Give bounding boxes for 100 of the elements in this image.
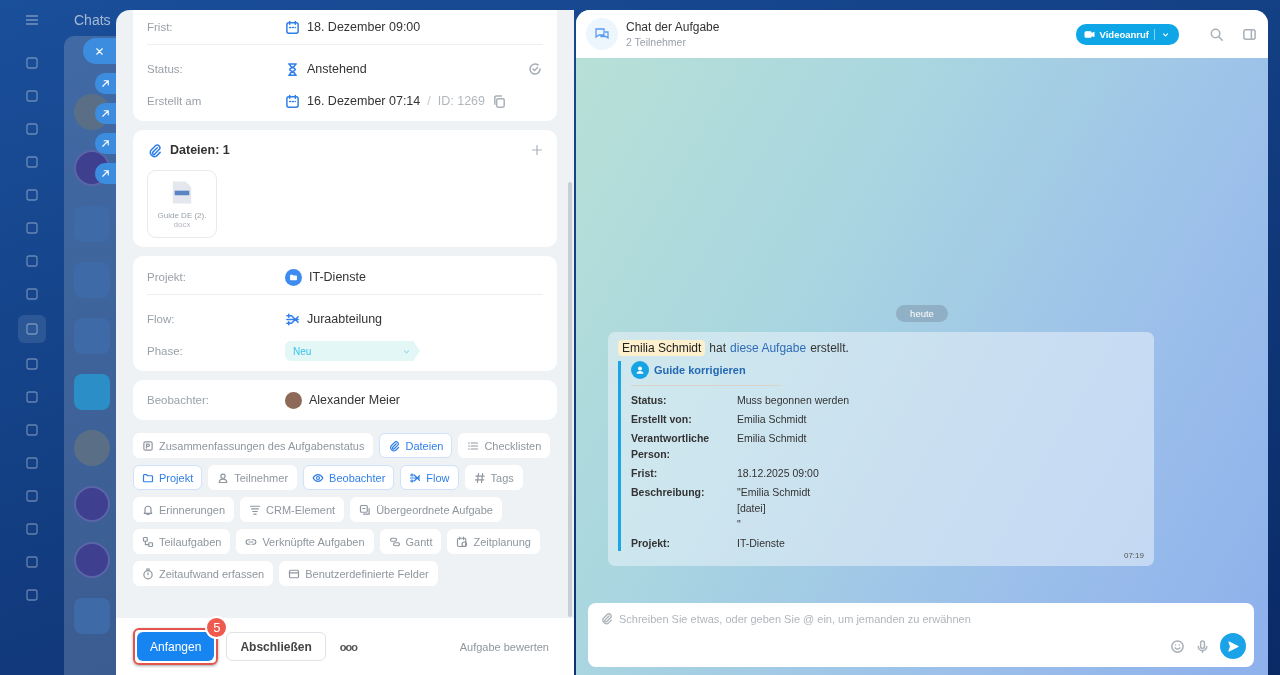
file-tile[interactable]: Guide DE (2). docx (147, 170, 217, 238)
task-title-link[interactable]: Guide korrigieren (654, 364, 746, 376)
file-name: Guide DE (2). (157, 211, 207, 220)
field-value: 16. Dezember 07:14 (307, 94, 421, 108)
detail-value: 18.12.2025 09:00 (737, 466, 820, 481)
sidebar-toggle-button[interactable] (1242, 26, 1257, 42)
document-icon (171, 180, 193, 205)
calendar-clock-icon (456, 535, 469, 548)
panel-action-button[interactable] (95, 163, 116, 184)
square-icon[interactable] (24, 121, 40, 137)
user-mention[interactable]: Emilia Schmidt (618, 340, 706, 356)
square-icon[interactable] (24, 154, 40, 170)
task-link[interactable]: diese Aufgabe (730, 341, 807, 355)
chat-subtitle: 2 Teilnehmer (626, 36, 687, 48)
chat-avatar[interactable] (74, 374, 110, 410)
square-icon[interactable] (24, 88, 40, 104)
square-icon[interactable] (24, 356, 40, 372)
detail-label: Status: (631, 393, 668, 408)
send-icon (1226, 639, 1240, 653)
folder-icon (285, 268, 302, 286)
square-icon[interactable] (24, 587, 40, 603)
square-icon[interactable] (24, 55, 40, 71)
field-value: Juraabteilung (307, 312, 383, 326)
section-chip[interactable]: Zeitplanung (447, 529, 540, 554)
square-icon[interactable] (24, 220, 40, 236)
chat-avatar[interactable] (74, 542, 110, 578)
close-icon (94, 45, 105, 57)
section-chip[interactable]: Dateien (379, 433, 453, 458)
task-icon (359, 503, 372, 516)
field-label: Projekt: (147, 271, 187, 283)
field-label: Phase: (147, 345, 184, 357)
paperclip-icon (388, 439, 401, 452)
section-chip[interactable]: Flow (400, 465, 459, 490)
section-chip[interactable]: Gantt (379, 529, 442, 554)
section-chip[interactable]: Benutzerdefinierte Felder (279, 561, 438, 586)
section-chip[interactable]: Beobachter (303, 465, 395, 490)
copy-icon (492, 93, 507, 109)
square-icon[interactable] (24, 253, 40, 269)
square-icon[interactable] (24, 455, 40, 471)
more-button[interactable]: ooo (333, 640, 363, 653)
emoji-button[interactable] (1170, 638, 1185, 654)
section-chip[interactable]: CRM-Element (240, 497, 345, 522)
search-button[interactable] (1209, 26, 1224, 42)
scrollbar[interactable] (568, 182, 572, 617)
document-icon (142, 439, 154, 452)
rate-task-link[interactable]: Aufgabe bewerten (459, 640, 549, 653)
panel-action-button[interactable] (95, 133, 116, 154)
close-button[interactable] (83, 38, 116, 64)
section-chip[interactable]: Projekt (133, 465, 203, 490)
section-chip[interactable]: Zeitaufwand erfassen (133, 561, 274, 586)
microphone-button[interactable] (1195, 638, 1210, 654)
hash-icon (473, 471, 486, 484)
stopwatch-icon (142, 567, 154, 580)
sidebar-title: Chats (73, 12, 112, 30)
detail-value: Emilia Schmidt (737, 431, 808, 446)
section-chip[interactable]: Verknüpfte Aufgaben (236, 529, 374, 554)
menu-icon[interactable] (24, 12, 40, 28)
phase-dropdown[interactable]: Neu (285, 341, 420, 361)
start-button[interactable]: Anfangen (137, 632, 215, 661)
add-file-button[interactable] (531, 144, 543, 156)
send-button[interactable] (1220, 633, 1246, 659)
section-chip[interactable]: Erinnerungen (133, 497, 235, 522)
complete-button[interactable]: Abschließen (226, 632, 326, 661)
panel-icon (1242, 26, 1257, 42)
field-value: Alexander Meier (309, 393, 400, 407)
message-time: 07:19 (1123, 551, 1144, 560)
video-call-button[interactable]: Videoanruf (1075, 23, 1179, 45)
detail-value: Emilia Schmidt (737, 412, 808, 427)
section-chip[interactable]: Teilnehmer (208, 465, 298, 490)
section-chip[interactable]: Zusammenfassungen des Aufgabenstatus (133, 433, 374, 458)
files-title: Dateien: 1 (170, 143, 231, 157)
calendar-icon (285, 19, 300, 35)
section-chip[interactable]: Übergeordnete Aufgabe (350, 497, 502, 522)
square-icon[interactable] (24, 286, 40, 302)
chat-avatar[interactable] (74, 486, 110, 522)
field-label: Erstellt am (147, 95, 203, 107)
person-icon (217, 471, 230, 484)
section-chip[interactable]: Teilaufgaben (133, 529, 231, 554)
square-icon[interactable] (24, 521, 40, 537)
square-icon[interactable] (24, 389, 40, 405)
search-icon (1209, 26, 1224, 42)
section-chip[interactable]: Checklisten (458, 433, 551, 458)
square-icon[interactable] (24, 321, 40, 337)
square-icon[interactable] (24, 187, 40, 203)
square-icon[interactable] (24, 422, 40, 438)
square-icon[interactable] (24, 554, 40, 570)
square-icon[interactable] (24, 488, 40, 504)
detail-label: Erstellt von: (631, 412, 693, 427)
panel-action-button[interactable] (95, 73, 116, 94)
flow-icon (285, 311, 300, 327)
hourglass-icon (285, 61, 300, 77)
section-chip[interactable]: Tags (464, 465, 523, 490)
list-icon (467, 439, 480, 452)
smiley-icon (1170, 638, 1185, 654)
chat-bubbles-icon (586, 18, 618, 50)
field-value: Anstehend (307, 62, 367, 76)
field-label: Flow: (147, 313, 176, 325)
external-link-icon (100, 138, 111, 149)
message-text: hat (709, 341, 727, 355)
nav-item[interactable] (18, 315, 46, 343)
